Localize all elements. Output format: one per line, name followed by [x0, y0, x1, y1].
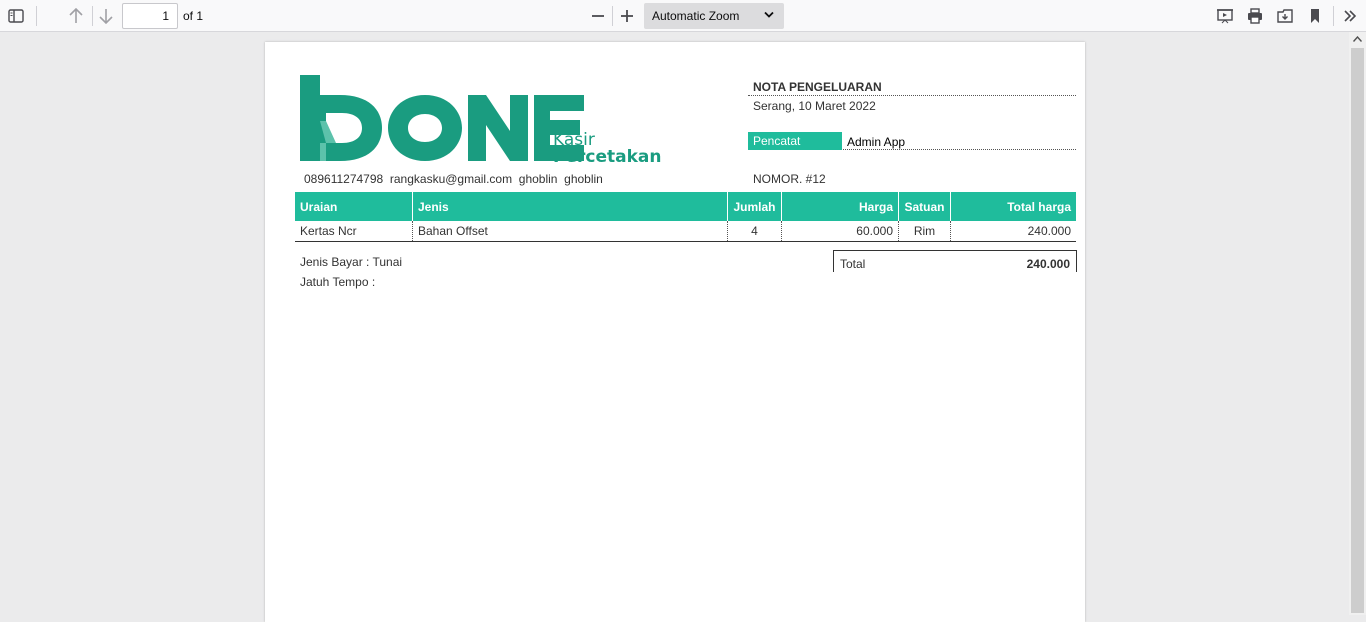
- toolbar-separator: [612, 6, 613, 26]
- toolbar-separator: [36, 6, 37, 26]
- header-harga: Harga: [781, 192, 899, 221]
- page-number-input[interactable]: 1: [122, 3, 178, 29]
- pdf-toolbar: 1 of 1 Automatic Zoom: [0, 0, 1366, 32]
- save-download-icon[interactable]: [1272, 3, 1298, 29]
- cell-satuan: Rim: [898, 221, 951, 242]
- pencatat-value: Admin App: [847, 135, 906, 149]
- pencatat-label: Pencatat: [748, 132, 842, 150]
- scrollbar-thumb[interactable]: [1351, 48, 1364, 613]
- scroll-up-arrow-icon[interactable]: [1353, 36, 1362, 42]
- nota-number: NOMOR. #12: [753, 172, 826, 186]
- vertical-scrollbar[interactable]: [1349, 32, 1366, 615]
- chevron-down-icon: [764, 11, 774, 18]
- page-count-label: of 1: [183, 9, 204, 23]
- nota-date: Serang, 10 Maret 2022: [753, 99, 876, 113]
- total-label: Total: [840, 257, 866, 271]
- header-uraian: Uraian: [295, 192, 413, 221]
- print-icon[interactable]: [1242, 3, 1268, 29]
- bookmark-icon[interactable]: [1302, 3, 1328, 29]
- jatuh-tempo: Jatuh Tempo :: [300, 275, 376, 289]
- sidebar-toggle-icon[interactable]: [3, 3, 29, 29]
- pdf-page: Kasir Percetakan 089611274798 rangkasku@…: [265, 42, 1085, 622]
- pencatat-row: Pencatat Admin App: [748, 132, 1076, 150]
- zoom-select-value: Automatic Zoom: [652, 9, 740, 23]
- jenis-bayar: Jenis Bayar : Tunai: [300, 255, 403, 269]
- total-box: Total 240.000: [833, 250, 1077, 272]
- header-total-harga: Total harga: [950, 192, 1076, 221]
- cell-uraian: Kertas Ncr: [295, 221, 413, 242]
- total-value: 240.000: [1026, 257, 1070, 271]
- header-satuan: Satuan: [898, 192, 951, 221]
- cell-jumlah: 4: [727, 221, 782, 242]
- items-table: Uraian Jenis Jumlah Harga Satuan Total h…: [295, 192, 1076, 242]
- cell-harga: 60.000: [781, 221, 899, 242]
- contact-email: rangkasku@gmail.com: [389, 172, 513, 186]
- contact-line: 089611274798 rangkasku@gmail.com ghoblin…: [304, 172, 603, 186]
- cell-total-harga: 240.000: [950, 221, 1076, 242]
- table-header-row: Uraian Jenis Jumlah Harga Satuan Total h…: [295, 192, 1076, 221]
- header-jumlah: Jumlah: [727, 192, 782, 221]
- next-page-arrow-down-icon[interactable]: [93, 3, 119, 29]
- nota-title: NOTA PENGELUARAN: [748, 80, 1076, 96]
- contact-phone: 089611274798: [304, 172, 384, 186]
- previous-page-arrow-up-icon[interactable]: [63, 3, 89, 29]
- done-logo: Kasir Percetakan: [300, 75, 661, 163]
- cell-jenis: Bahan Offset: [412, 221, 728, 242]
- table-row: Kertas Ncr Bahan Offset 4 60.000 Rim 240…: [295, 221, 1076, 242]
- zoom-in-plus-icon[interactable]: [614, 3, 640, 29]
- contact-name-1: ghoblin: [518, 172, 558, 186]
- header-jenis: Jenis: [412, 192, 728, 221]
- contact-name-2: ghoblin: [564, 172, 603, 186]
- tools-double-chevron-icon[interactable]: [1337, 3, 1363, 29]
- logo-percetakan-text: Percetakan: [553, 147, 661, 163]
- presentation-mode-icon[interactable]: [1212, 3, 1238, 29]
- zoom-out-minus-icon[interactable]: [585, 3, 611, 29]
- toolbar-separator: [1333, 6, 1334, 26]
- zoom-select[interactable]: Automatic Zoom: [644, 3, 784, 29]
